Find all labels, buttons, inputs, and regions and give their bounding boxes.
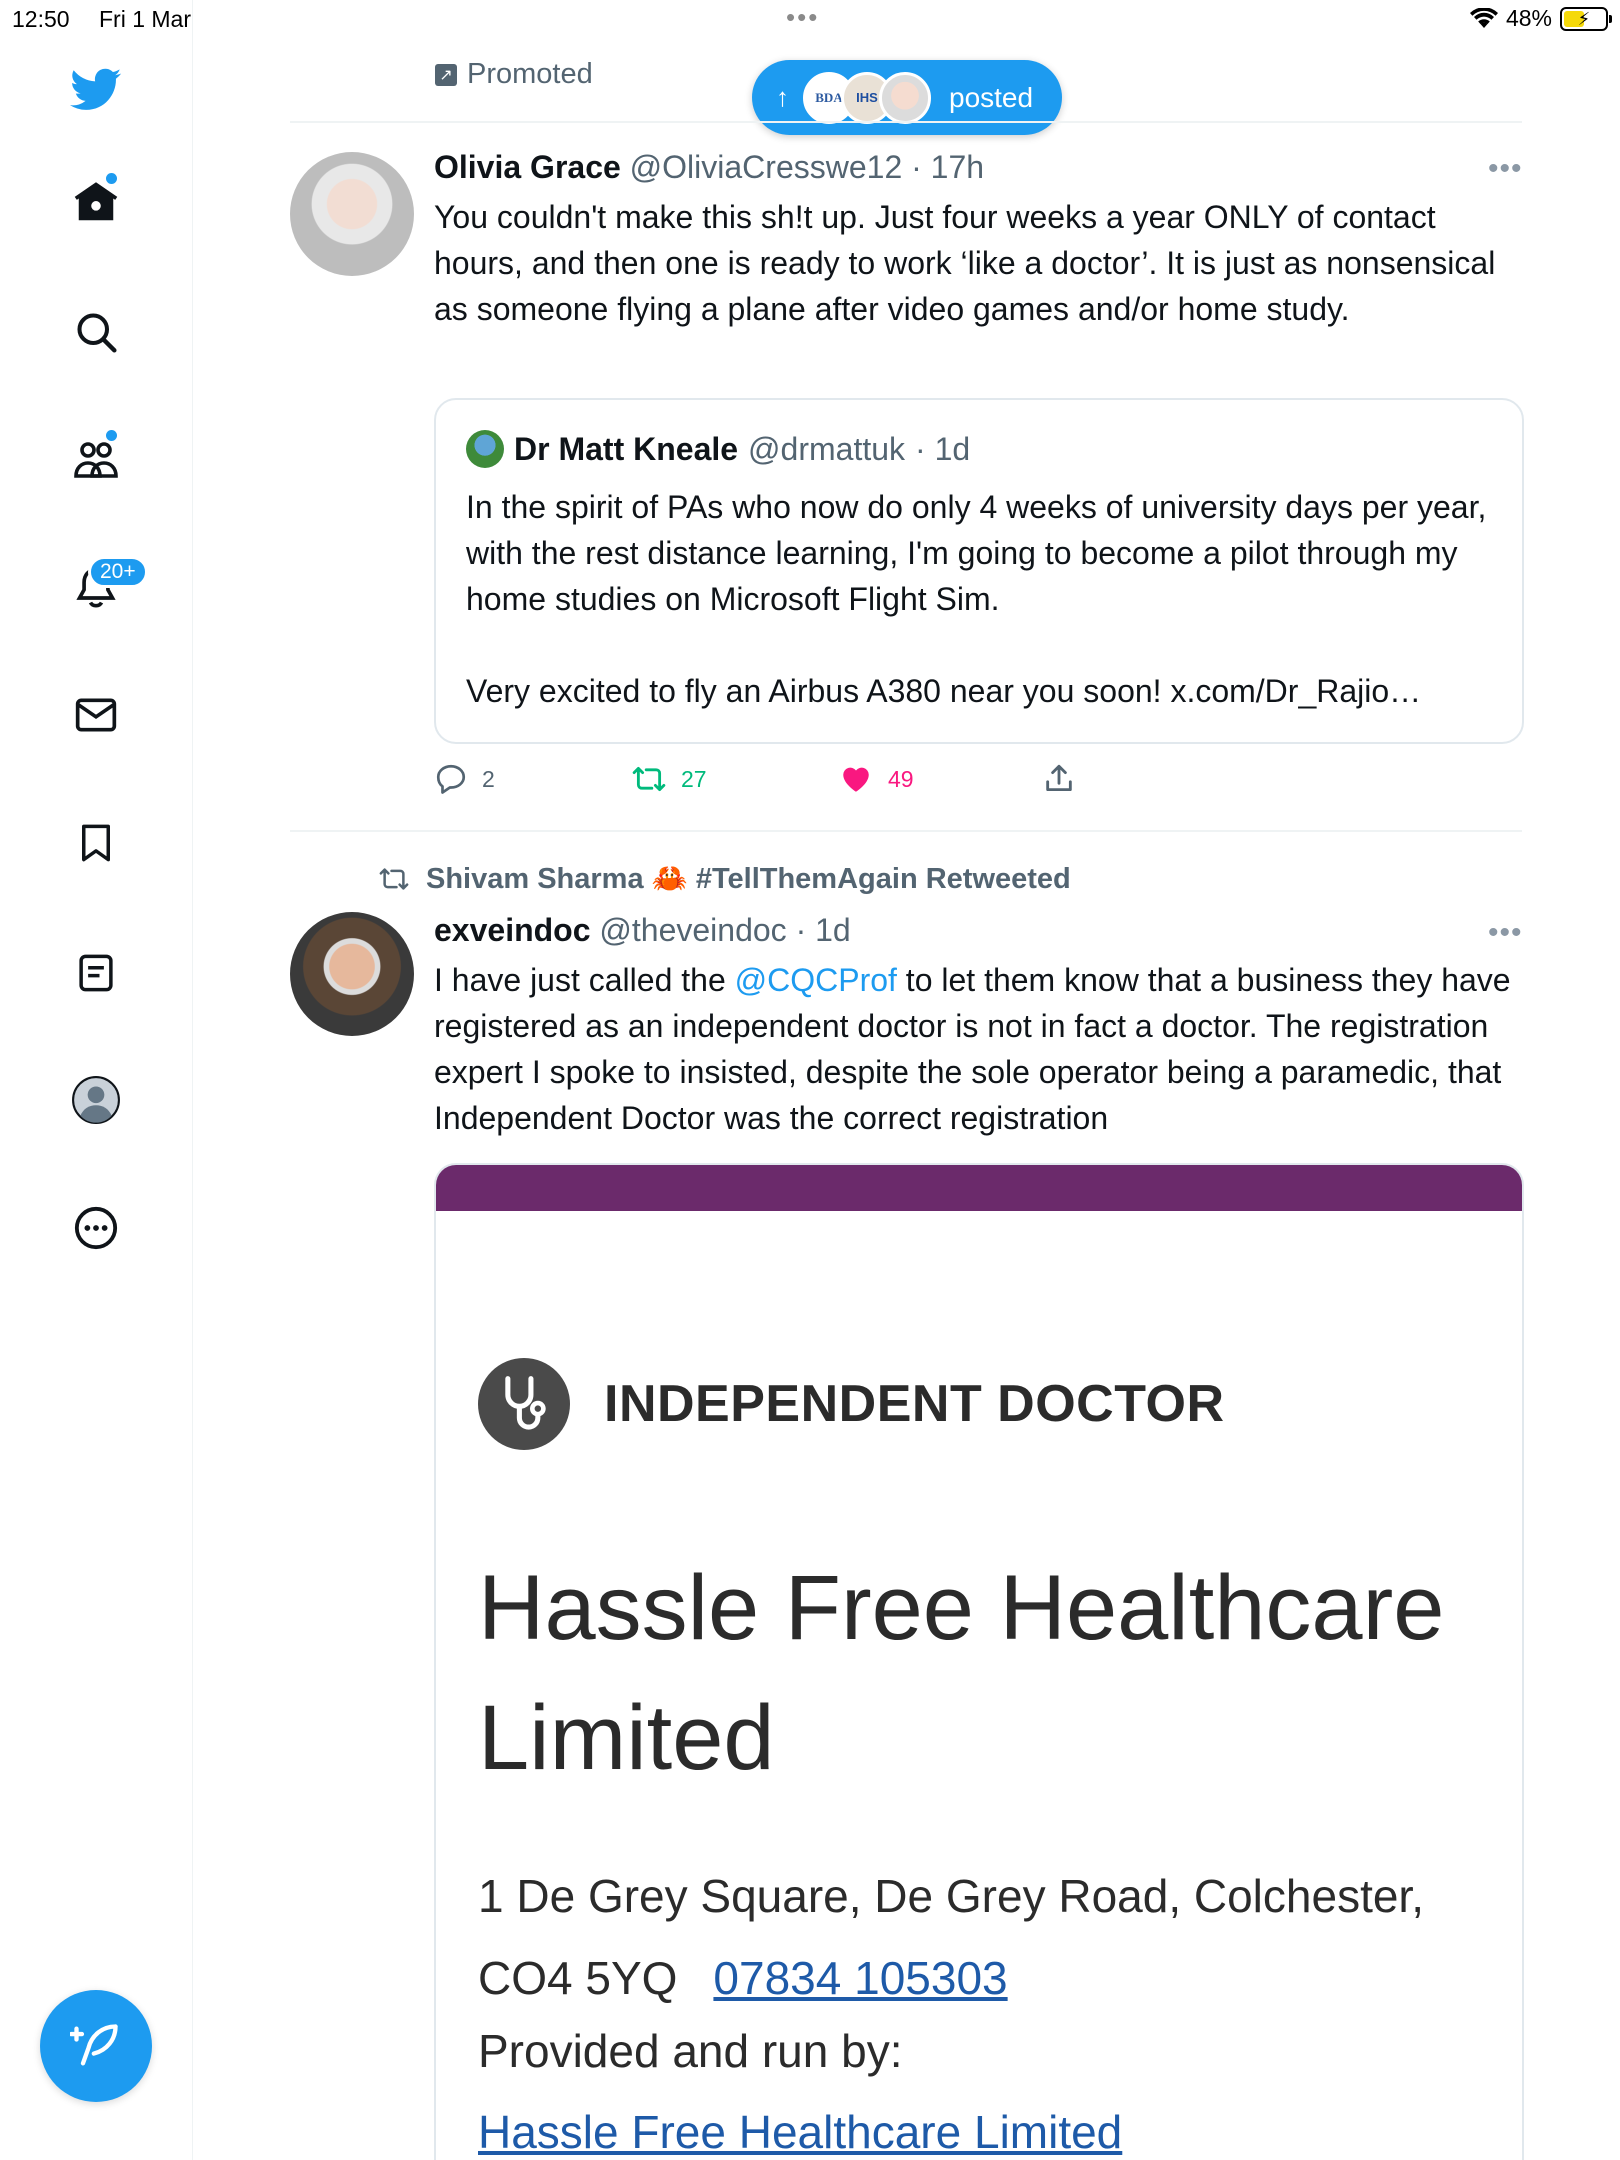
retweet-icon bbox=[379, 868, 409, 890]
tweet-text: You couldn't make this sh!t up. Just fou… bbox=[434, 199, 1496, 327]
stethoscope-icon bbox=[478, 1358, 570, 1450]
sidebar: 20+ bbox=[0, 0, 193, 2160]
retweeted-by-text: Shivam Sharma 🦀 #TellThemAgain Retweeted bbox=[426, 863, 1071, 895]
quote-author-handle: @drmattuk bbox=[748, 430, 906, 467]
mention-link[interactable]: @CQCProf bbox=[735, 962, 897, 998]
media-title: Hassle Free Healthcare Limited bbox=[478, 1557, 1445, 1789]
tweet-text: I have just called the @CQCProf to let t… bbox=[434, 957, 1524, 1141]
divider bbox=[290, 121, 1522, 123]
reply-button[interactable]: 2 bbox=[434, 762, 495, 796]
quote-text-line2: Very excited to fly an Airbus A380 near … bbox=[466, 673, 1422, 709]
compose-button[interactable] bbox=[40, 1990, 152, 2102]
quote-text: In the spirit of PAs who now do only 4 w… bbox=[466, 484, 1496, 714]
sidebar-item-messages[interactable] bbox=[66, 685, 126, 745]
avatar-icon bbox=[72, 1076, 120, 1124]
tweet-text-part1: I have just called the bbox=[434, 962, 735, 998]
sidebar-item-home[interactable] bbox=[66, 172, 126, 232]
sidebar-item-communities[interactable] bbox=[66, 430, 126, 490]
sidebar-item-bookmarks[interactable] bbox=[66, 813, 126, 873]
sidebar-item-lists[interactable] bbox=[66, 943, 126, 1003]
sidebar-item-profile[interactable] bbox=[66, 1070, 126, 1130]
tweet-time[interactable]: · 17h bbox=[911, 149, 984, 185]
promoted-icon: ↗ bbox=[435, 63, 457, 86]
multitask-dots[interactable]: ••• bbox=[786, 2, 819, 33]
more-options-icon[interactable]: ••• bbox=[1488, 152, 1523, 186]
new-posts-label: posted bbox=[949, 81, 1034, 113]
tweet-header: exveindoc @theveindoc · 1d bbox=[434, 912, 851, 949]
sidebar-item-explore[interactable] bbox=[66, 302, 126, 362]
quote-header: Dr Matt Kneale @drmattuk · 1d bbox=[466, 430, 970, 468]
quote-text-line1: In the spirit of PAs who now do only 4 w… bbox=[466, 489, 1487, 617]
media-address: 1 De Grey Square, De Grey Road, Colchest… bbox=[478, 1855, 1498, 2019]
like-button[interactable]: 49 bbox=[838, 762, 914, 796]
tweet-actions: 2 27 49 bbox=[434, 762, 1074, 804]
people-icon bbox=[74, 442, 118, 478]
media-header-bar bbox=[436, 1165, 1522, 1211]
ellipsis-circle-icon bbox=[74, 1206, 118, 1250]
tweet-header: Olivia Grace @OliviaCresswe12 · 17h bbox=[434, 149, 984, 186]
home-icon bbox=[74, 182, 118, 221]
wifi-icon bbox=[1469, 7, 1498, 28]
author-name[interactable]: Olivia Grace bbox=[434, 149, 621, 185]
phone-link: 07834 105303 bbox=[713, 1952, 1008, 2004]
avatar[interactable] bbox=[290, 912, 414, 1036]
reply-count: 2 bbox=[482, 765, 495, 792]
search-icon bbox=[77, 313, 117, 353]
communities-notification-dot bbox=[106, 430, 117, 441]
arrow-up-icon: ↑ bbox=[776, 82, 789, 112]
tweet-time[interactable]: · 1d bbox=[796, 912, 851, 948]
quote-author-name: Dr Matt Kneale bbox=[514, 430, 739, 467]
provider-link: Hassle Free Healthcare Limited bbox=[478, 2106, 1123, 2158]
list-icon bbox=[79, 954, 113, 992]
author-name[interactable]: exveindoc bbox=[434, 912, 591, 948]
quoted-tweet[interactable]: Dr Matt Kneale @drmattuk · 1d In the spi… bbox=[434, 398, 1524, 744]
quote-time: · 1d bbox=[915, 430, 971, 467]
avatar[interactable] bbox=[290, 152, 414, 276]
provided-label: Provided and run by: bbox=[478, 2025, 903, 2077]
battery-percent: 48% bbox=[1505, 5, 1552, 31]
sidebar-item-more[interactable] bbox=[66, 1198, 126, 1258]
bookmark-icon bbox=[82, 824, 110, 862]
retweet-icon bbox=[632, 766, 666, 792]
status-bar: 12:50 Fri 1 Mar ••• 48% ⚡ bbox=[0, 0, 1620, 40]
like-count: 49 bbox=[888, 765, 914, 792]
feather-plus-icon bbox=[70, 2024, 118, 2066]
media-category: INDEPENDENT DOCTOR bbox=[478, 1358, 1225, 1450]
author-handle[interactable]: @theveindoc bbox=[599, 912, 786, 948]
home-notification-dot bbox=[106, 173, 117, 184]
battery-icon: ⚡ bbox=[1560, 6, 1612, 31]
author-handle[interactable]: @OliviaCresswe12 bbox=[630, 149, 903, 185]
divider bbox=[290, 830, 1522, 832]
twitter-logo-icon[interactable] bbox=[66, 60, 126, 120]
promoted-text: Promoted bbox=[467, 58, 593, 90]
avatar bbox=[466, 430, 504, 468]
retweet-button[interactable]: 27 bbox=[631, 762, 707, 796]
pill-avatar-user bbox=[879, 71, 931, 124]
new-posts-pill[interactable]: ↑ BDA IHS posted bbox=[752, 60, 1062, 135]
status-right: 48% ⚡ bbox=[1469, 5, 1612, 32]
share-button[interactable] bbox=[1042, 762, 1076, 796]
promoted-label: ↗ Promoted bbox=[435, 58, 593, 91]
reply-icon bbox=[436, 764, 466, 794]
more-options-icon[interactable]: ••• bbox=[1488, 916, 1523, 950]
notifications-badge: 20+ bbox=[88, 556, 148, 588]
media-category-text: INDEPENDENT DOCTOR bbox=[604, 1375, 1225, 1433]
retweeted-by[interactable]: Shivam Sharma 🦀 #TellThemAgain Retweeted bbox=[376, 862, 1071, 896]
heart-filled-icon bbox=[843, 767, 869, 792]
share-icon bbox=[1046, 764, 1072, 792]
retweet-count: 27 bbox=[681, 765, 707, 792]
tweet-image[interactable]: INDEPENDENT DOCTOR Hassle Free Healthcar… bbox=[434, 1163, 1524, 2160]
envelope-icon bbox=[75, 698, 117, 732]
